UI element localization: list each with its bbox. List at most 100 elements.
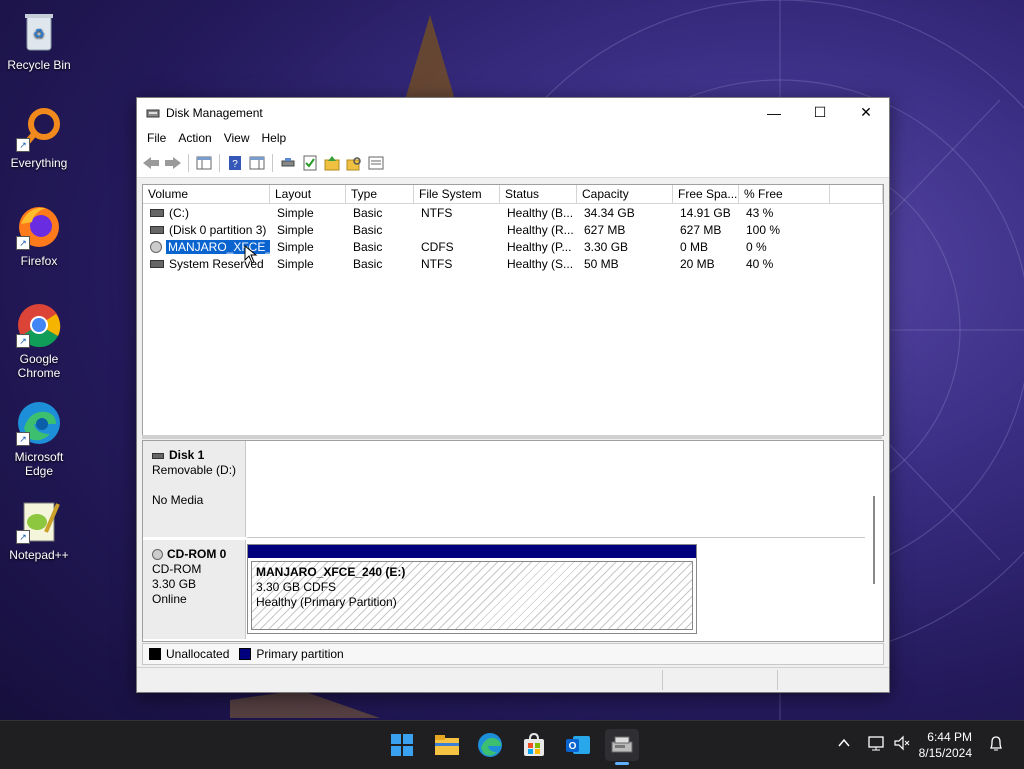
primary-partition-swatch — [239, 648, 252, 660]
chrome-icon: ↗ — [16, 302, 62, 348]
volume-name: (Disk 0 partition 3) — [169, 222, 267, 237]
cdrom-0-label[interactable]: CD-ROM 0 CD-ROM 3.30 GB Online — [143, 540, 246, 639]
disk-management-app-icon — [146, 109, 160, 117]
forward-arrow-icon — [165, 157, 181, 169]
volume-type: Basic — [353, 222, 383, 237]
cd-icon — [150, 241, 162, 254]
menu-file[interactable]: File — [141, 131, 172, 145]
svg-text:?: ? — [232, 159, 238, 170]
primary-partition-bar — [248, 545, 696, 558]
volume-percent-free: 40 % — [746, 256, 774, 271]
volume-free-space: 627 MB — [680, 222, 722, 237]
taskbar-disk-management[interactable] — [605, 729, 639, 765]
menu-view[interactable]: View — [218, 131, 256, 145]
vertical-scrollbar[interactable] — [873, 496, 875, 584]
desktop-icon-label: Recycle Bin — [7, 58, 71, 72]
column-header-free-space[interactable]: Free Spa... — [673, 185, 739, 203]
help-icon: ? — [229, 156, 241, 170]
search-folder-button[interactable] — [344, 153, 364, 173]
outlook-icon: O — [566, 736, 590, 754]
back-arrow-icon — [143, 157, 159, 169]
taskbar-edge[interactable] — [473, 729, 507, 761]
legend-unallocated: Unallocated — [166, 647, 230, 661]
shortcut-arrow-icon: ↗ — [16, 530, 30, 544]
column-header-type[interactable]: Type — [346, 185, 414, 203]
pane-splitter[interactable] — [142, 435, 882, 439]
taskbar-store[interactable] — [517, 729, 551, 761]
help-button[interactable]: ? — [225, 153, 245, 173]
partition-size: 3.30 GB CDFS — [256, 580, 337, 594]
desktop-icon-notepadpp[interactable]: ↗ Notepad++ — [4, 498, 74, 562]
show-action-pane-button[interactable] — [247, 153, 267, 173]
active-app-indicator — [615, 762, 629, 765]
volume-percent-free: 100 % — [746, 222, 781, 237]
volume-percent-free: 0 % — [746, 239, 767, 254]
network-status[interactable] — [868, 735, 886, 754]
notifications-button[interactable] — [988, 735, 1004, 756]
disk-1-label[interactable]: Disk 1 Removable (D:) No Media — [143, 441, 246, 537]
desktop-icon-everything[interactable]: ↗ Everything — [4, 106, 74, 170]
clock[interactable]: 6:44 PM 8/15/2024 — [919, 729, 972, 761]
volume-capacity: 34.34 GB — [584, 205, 635, 220]
table-row[interactable]: (Disk 0 partition 3) Simple Basic Health… — [143, 221, 883, 238]
disk-1-area — [247, 441, 865, 538]
properties-button[interactable] — [366, 153, 386, 173]
title-bar[interactable]: Disk Management — ☐ ✕ — [137, 98, 889, 127]
volume-layout: Simple — [277, 222, 314, 237]
column-header-status[interactable]: Status — [500, 185, 577, 203]
volume-layout: Simple — [277, 205, 314, 220]
column-header-file-system[interactable]: File System — [414, 185, 500, 203]
check-properties-button[interactable] — [300, 153, 320, 173]
column-header-capacity[interactable]: Capacity — [577, 185, 673, 203]
show-hidden-icons-button[interactable] — [836, 735, 852, 754]
disk-graphical-view[interactable]: Disk 1 Removable (D:) No Media CD-ROM 0 … — [142, 440, 884, 642]
desktop-icon-recycle-bin[interactable]: ♻ Recycle Bin — [4, 8, 74, 72]
column-header-volume[interactable]: Volume — [143, 185, 270, 203]
column-header-layout[interactable]: Layout — [270, 185, 346, 203]
partition-manjaro[interactable]: MANJARO_XFCE_240 (E:) 3.30 GB CDFS Healt… — [247, 544, 697, 634]
maximize-button[interactable]: ☐ — [797, 98, 843, 127]
taskbar-outlook[interactable]: O — [561, 729, 595, 761]
volume-status: Healthy (B... — [507, 205, 574, 220]
partition-name: MANJARO_XFCE_240 (E:) — [256, 565, 406, 579]
taskbar-file-explorer[interactable] — [430, 729, 464, 761]
volume-layout: Simple — [277, 239, 314, 254]
edge-icon — [478, 733, 502, 757]
toolbar-separator — [188, 154, 189, 172]
action-pane-icon — [249, 156, 265, 170]
chevron-up-icon — [838, 738, 850, 747]
disk-kind: Removable (D:) — [152, 463, 237, 477]
taskbar: O 6:44 PM 8/15/2024 — [0, 720, 1024, 769]
volume-status[interactable] — [893, 735, 911, 754]
minimize-button[interactable]: — — [751, 98, 797, 127]
close-button[interactable]: ✕ — [843, 98, 889, 127]
volume-status: Healthy (P... — [507, 239, 572, 254]
show-hide-console-tree-button[interactable] — [194, 153, 214, 173]
up-folder-button[interactable] — [322, 153, 342, 173]
firefox-icon: ↗ — [16, 204, 62, 250]
notepadpp-icon: ↗ — [16, 498, 62, 544]
volume-type: Basic — [353, 239, 383, 254]
forward-button[interactable] — [163, 153, 183, 173]
disk-state: No Media — [152, 493, 204, 507]
menu-action[interactable]: Action — [172, 131, 217, 145]
start-icon — [391, 734, 413, 756]
clock-date: 8/15/2024 — [918, 746, 972, 760]
menu-help[interactable]: Help — [256, 131, 293, 145]
start-button[interactable] — [385, 729, 419, 761]
desktop-icon-firefox[interactable]: ↗ Firefox — [4, 204, 74, 268]
column-header-percent-free[interactable]: % Free — [739, 185, 830, 203]
table-row[interactable]: (C:) Simple Basic NTFS Healthy (B... 34.… — [143, 204, 883, 221]
mouse-cursor-icon — [244, 245, 258, 264]
back-button[interactable] — [141, 153, 161, 173]
volume-capacity: 50 MB — [584, 256, 619, 271]
volume-file-system: NTFS — [421, 205, 453, 220]
file-explorer-icon — [435, 735, 459, 755]
volume-layout: Simple — [277, 256, 314, 271]
desktop-icon-edge[interactable]: ↗ Microsoft Edge — [4, 400, 74, 478]
store-icon — [524, 733, 544, 756]
volume-list[interactable]: Volume Layout Type File System Status Ca… — [142, 184, 884, 436]
desktop-icon-chrome[interactable]: ↗ Google Chrome — [4, 302, 74, 380]
volume-list-header: Volume Layout Type File System Status Ca… — [143, 185, 883, 204]
connect-disk-button[interactable] — [278, 153, 298, 173]
